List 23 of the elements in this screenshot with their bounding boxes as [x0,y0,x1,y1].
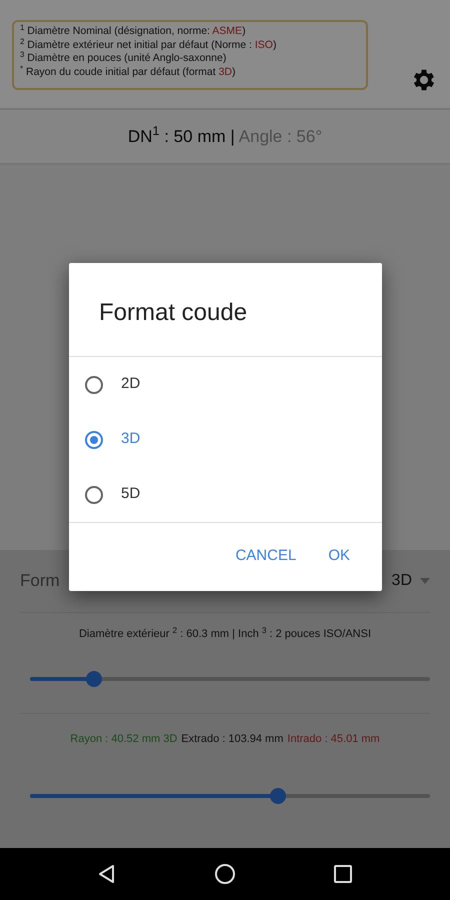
diameter-slider[interactable] [30,670,430,686]
dialog-button[interactable]: CANCEL [223,537,308,576]
diameter-text: Diamètre extérieur $^{2}$ : 60.3 mm | Inch $^{3}$ : 2 pouces ISO/ANSI [78,628,372,640]
legend-line: $^{3}$ Diamètre en pouces (unité Anglo-saxonne) [20,52,226,66]
radio-option[interactable]: 5D [69,467,382,522]
radio-option[interactable]: 3D [69,412,382,467]
format-label: Form [20,570,60,592]
result-text: Rayon : 40.52 mm 3D [70,732,178,746]
caret-icon [420,578,430,584]
format-dropdown[interactable]: 3D [392,569,430,593]
dialog-button[interactable]: OK [316,537,362,576]
dialog-title: Format coude [99,299,248,326]
legend-line: $^{2}$ Diamètre extérieur net initial par défaut (Norme : ISO) [20,38,278,52]
back-icon[interactable] [96,864,117,884]
nominal-diameter-text: DN$^{1}$ : 50 mm | [128,124,235,148]
result-text: Intrado : 45.01 mm [287,732,380,746]
result-text: Extrado : 103.94 mm [181,732,284,746]
recents-icon[interactable] [333,864,354,884]
legend-line: $^{1}$ Diamètre Nominal (désignation, norme: ASME) [20,25,247,38]
home-icon[interactable] [214,863,236,885]
legend-line: $^{*}$ Rayon du coude initial par défaut (format 3D) [20,66,237,79]
radius-slider[interactable] [30,788,430,804]
radio-option[interactable]: 2D [69,357,382,412]
